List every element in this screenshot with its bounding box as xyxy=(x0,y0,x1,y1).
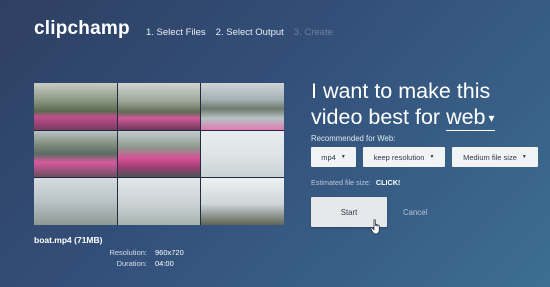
video-thumbnail xyxy=(117,178,201,225)
target-platform-select[interactable]: web ▾ xyxy=(446,105,495,131)
format-select[interactable]: mp4 ▼ xyxy=(311,147,356,167)
resolution-label: Resolution: xyxy=(109,248,147,257)
file-size-value: Medium file size xyxy=(463,152,517,162)
video-thumbnail-grid xyxy=(34,83,284,225)
estimated-file-size: Estimated file size: CLICK! xyxy=(311,178,400,187)
hand-pointer-icon xyxy=(370,219,380,235)
video-thumbnail xyxy=(117,83,201,130)
target-platform-value: web xyxy=(446,105,486,129)
video-thumbnail xyxy=(201,83,284,130)
caret-down-icon: ▼ xyxy=(429,154,435,160)
caret-down-icon: ▼ xyxy=(340,154,346,160)
duration-label: Duration: xyxy=(116,259,147,268)
output-goal-headline: I want to make this video best for web ▾ xyxy=(311,78,541,131)
file-name: boat.mp4 (71MB) xyxy=(34,235,103,245)
resolution-select-value: keep resolution xyxy=(373,152,425,162)
wizard-steps: 1. Select Files 2. Select Output 3. Crea… xyxy=(146,27,333,38)
caret-down-icon: ▼ xyxy=(521,154,527,160)
file-size-select[interactable]: Medium file size ▼ xyxy=(452,147,538,167)
recommended-label: Recommended for Web: xyxy=(311,134,396,143)
step-create: 3. Create xyxy=(293,27,333,38)
estimate-label: Estimated file size: xyxy=(311,178,371,187)
step-select-files[interactable]: 1. Select Files xyxy=(146,27,206,38)
video-thumbnail xyxy=(34,83,117,130)
step-select-output[interactable]: 2. Select Output xyxy=(216,27,284,38)
file-metadata: Resolution: 960x720 Duration: 04:00 xyxy=(100,247,184,269)
cancel-button[interactable]: Cancel xyxy=(403,208,427,217)
video-thumbnail xyxy=(201,130,284,178)
video-thumbnail xyxy=(117,130,201,178)
clipchamp-logo: clipchamp xyxy=(34,18,130,39)
video-thumbnail xyxy=(34,130,117,178)
estimate-click-link[interactable]: CLICK! xyxy=(376,178,400,187)
format-value: mp4 xyxy=(321,152,336,162)
resolution-select[interactable]: keep resolution ▼ xyxy=(363,147,445,167)
video-thumbnail xyxy=(34,178,117,225)
file-info: boat.mp4 (71MB) xyxy=(34,235,102,245)
resolution-value: 960x720 xyxy=(155,248,184,257)
duration-value: 04:00 xyxy=(155,259,174,268)
output-settings: mp4 ▼ keep resolution ▼ Medium file size… xyxy=(311,147,538,167)
video-thumbnail xyxy=(201,178,284,225)
chevron-down-icon: ▾ xyxy=(488,111,495,126)
